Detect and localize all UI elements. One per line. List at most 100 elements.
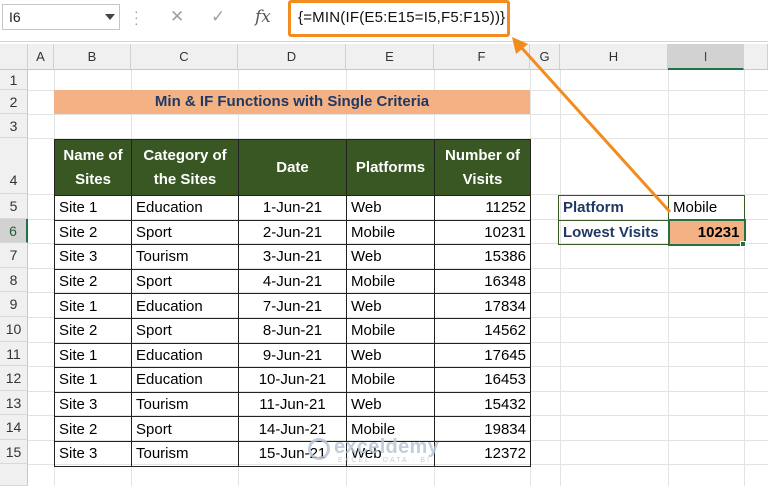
fill-handle[interactable] <box>740 241 746 247</box>
column-header-c[interactable]: C <box>131 44 238 70</box>
lowest-visits-result-cell[interactable]: 10231 <box>667 219 746 246</box>
cancel-icon[interactable]: ✕ <box>170 7 184 27</box>
header-visits[interactable]: Number of Visits <box>434 139 531 196</box>
sheet-title[interactable]: Min & IF Functions with Single Criteria <box>54 90 530 114</box>
category-cell[interactable]: Sport <box>131 219 239 246</box>
site-cell[interactable]: Site 1 <box>54 367 132 393</box>
platform-value-cell[interactable]: Mobile <box>668 195 745 221</box>
category-cell[interactable]: Sport <box>131 317 239 344</box>
row-header-13[interactable]: 13 <box>0 391 28 415</box>
insert-function-icon[interactable]: fx <box>255 7 271 27</box>
date-cell[interactable]: 4-Jun-21 <box>238 268 347 295</box>
category-cell[interactable]: Tourism <box>131 440 239 467</box>
column-header-f[interactable]: F <box>434 44 530 70</box>
site-cell[interactable]: Site 3 <box>54 244 132 270</box>
row-header-14[interactable]: 14 <box>0 415 28 440</box>
row-header-next[interactable] <box>0 464 28 486</box>
date-cell[interactable]: 9-Jun-21 <box>238 342 347 369</box>
row-header-6[interactable]: 6 <box>0 219 28 243</box>
site-cell[interactable]: Site 1 <box>54 342 132 369</box>
column-header-next[interactable] <box>744 44 768 70</box>
column-header-e[interactable]: E <box>346 44 434 70</box>
category-cell[interactable]: Sport <box>131 268 239 295</box>
site-cell[interactable]: Site 2 <box>54 317 132 344</box>
platform-label[interactable]: Platform <box>558 195 669 221</box>
column-header-b[interactable]: B <box>54 44 131 70</box>
site-cell[interactable]: Site 1 <box>54 195 132 221</box>
category-cell[interactable]: Tourism <box>131 391 239 418</box>
category-cell[interactable]: Sport <box>131 416 239 442</box>
lookup-row-lowest: Lowest Visits 10231 <box>558 219 746 246</box>
row-header-11[interactable]: 11 <box>0 342 28 366</box>
enter-icon[interactable]: ✓ <box>211 7 225 27</box>
category-cell[interactable]: Education <box>131 293 239 319</box>
date-cell[interactable]: 2-Jun-21 <box>238 219 347 246</box>
category-cell[interactable]: Education <box>131 367 239 393</box>
row-header-10[interactable]: 10 <box>0 317 28 342</box>
date-cell[interactable]: 1-Jun-21 <box>238 195 347 221</box>
visits-cell[interactable]: 10231 <box>434 219 531 246</box>
column-header-a[interactable]: A <box>28 44 54 70</box>
row-header-15[interactable]: 15 <box>0 440 28 464</box>
date-cell[interactable]: 10-Jun-21 <box>238 367 347 393</box>
date-cell[interactable]: 8-Jun-21 <box>238 317 347 344</box>
name-box[interactable]: I6 <box>2 4 120 30</box>
site-cell[interactable]: Site 2 <box>54 219 132 246</box>
visits-cell[interactable]: 15386 <box>434 244 531 270</box>
site-cell[interactable]: Site 1 <box>54 293 132 319</box>
platform-cell[interactable]: Web <box>346 293 435 319</box>
row-header-9[interactable]: 9 <box>0 292 28 317</box>
gridline <box>744 70 745 486</box>
column-header-d[interactable]: D <box>238 44 346 70</box>
platform-cell[interactable]: Mobile <box>346 219 435 246</box>
visits-cell[interactable]: 14562 <box>434 317 531 344</box>
column-header-i[interactable]: I <box>668 44 744 70</box>
category-cell[interactable]: Tourism <box>131 244 239 270</box>
header-date[interactable]: Date <box>238 139 347 196</box>
row-header-4[interactable]: 4 <box>0 138 28 194</box>
date-cell[interactable]: 11-Jun-21 <box>238 391 347 418</box>
row-header-3[interactable]: 3 <box>0 114 28 138</box>
visits-cell[interactable]: 17834 <box>434 293 531 319</box>
platform-cell[interactable]: Web <box>346 391 435 418</box>
header-line: Number of <box>445 146 520 164</box>
lookup-row-platform: Platform Mobile <box>558 195 745 221</box>
site-cell[interactable]: Site 3 <box>54 440 132 467</box>
header-name-of-sites[interactable]: Name of Sites <box>54 139 132 196</box>
platform-cell[interactable]: Mobile <box>346 268 435 295</box>
site-cell[interactable]: Site 2 <box>54 416 132 442</box>
row-header-2[interactable]: 2 <box>0 90 28 114</box>
visits-cell[interactable]: 16348 <box>434 268 531 295</box>
row-header-1[interactable]: 1 <box>0 70 28 90</box>
platform-cell[interactable]: Web <box>346 195 435 221</box>
site-cell[interactable]: Site 2 <box>54 268 132 295</box>
select-all-corner[interactable] <box>0 44 28 70</box>
platform-cell[interactable]: Web <box>346 342 435 369</box>
visits-cell[interactable]: 19834 <box>434 416 531 442</box>
column-header-h[interactable]: H <box>560 44 668 70</box>
row-header-12[interactable]: 12 <box>0 366 28 391</box>
visits-cell[interactable]: 15432 <box>434 391 531 418</box>
gridline <box>560 70 561 486</box>
category-cell[interactable]: Education <box>131 195 239 221</box>
platform-cell[interactable]: Web <box>346 244 435 270</box>
drag-handle-icon[interactable]: · · · <box>134 4 139 30</box>
visits-cell[interactable]: 16453 <box>434 367 531 393</box>
header-category[interactable]: Category of the Sites <box>131 139 239 196</box>
column-header-g[interactable]: G <box>530 44 560 70</box>
row-header-7[interactable]: 7 <box>0 243 28 268</box>
date-cell[interactable]: 3-Jun-21 <box>238 244 347 270</box>
chevron-down-icon[interactable] <box>105 14 115 20</box>
category-cell[interactable]: Education <box>131 342 239 369</box>
visits-cell[interactable]: 11252 <box>434 195 531 221</box>
header-platforms[interactable]: Platforms <box>346 139 435 196</box>
platform-cell[interactable]: Mobile <box>346 367 435 393</box>
visits-cell[interactable]: 12372 <box>434 440 531 467</box>
row-header-5[interactable]: 5 <box>0 194 28 219</box>
visits-cell[interactable]: 17645 <box>434 342 531 369</box>
platform-cell[interactable]: Mobile <box>346 317 435 344</box>
row-header-8[interactable]: 8 <box>0 268 28 292</box>
site-cell[interactable]: Site 3 <box>54 391 132 418</box>
date-cell[interactable]: 7-Jun-21 <box>238 293 347 319</box>
lowest-visits-label[interactable]: Lowest Visits <box>558 219 669 245</box>
